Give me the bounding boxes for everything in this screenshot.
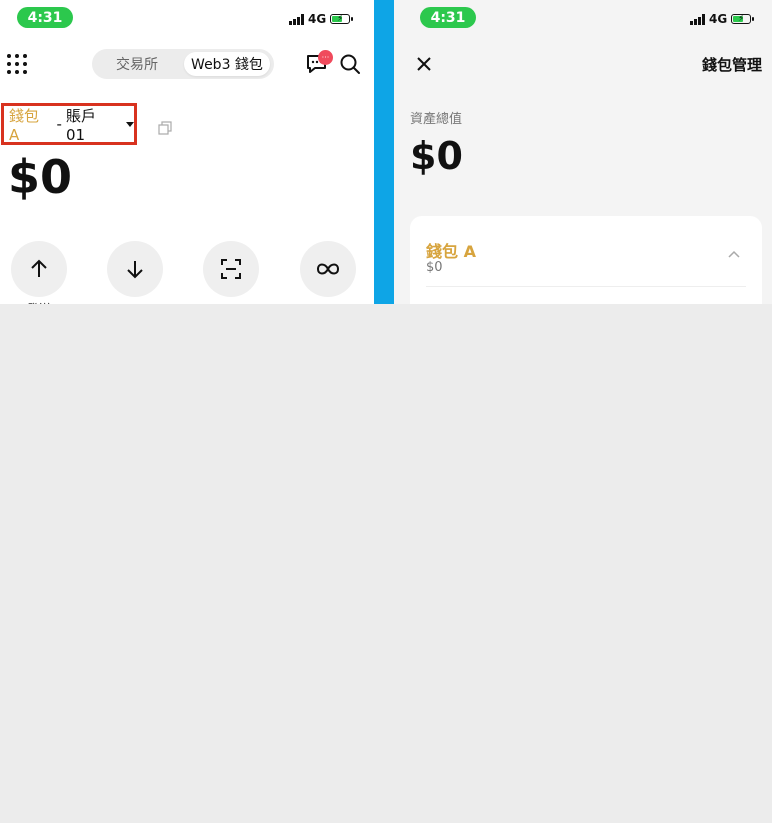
- send-label: 發送: [11, 300, 67, 304]
- wallet-screen: 4:31 4G ⚡ 交易所 Web3 錢包 ··· 錢包 A - 賬戶 01 $…: [0, 0, 374, 304]
- wallet-separator: -: [56, 115, 62, 133]
- wallet-management-screen: 4:31 4G ⚡ 錢包管理 資產總值 $0 錢包 A $0: [394, 0, 772, 304]
- arrow-down-icon: [127, 261, 143, 279]
- apps-grid-icon[interactable]: [7, 54, 27, 74]
- receive-button[interactable]: [107, 241, 163, 297]
- infinity-icon: [316, 263, 340, 275]
- status-indicators: 4G ⚡: [289, 12, 354, 26]
- card-divider: [426, 286, 746, 287]
- card-wallet-value: $0: [426, 260, 443, 275]
- network-label: 4G: [308, 12, 327, 26]
- tab-exchange[interactable]: 交易所: [98, 52, 176, 76]
- connect-button[interactable]: [300, 241, 356, 297]
- card-wallet-name: 錢包 A: [426, 242, 476, 261]
- tab-web3-wallet[interactable]: Web3 錢包: [184, 52, 270, 76]
- wallet-account-selector[interactable]: 錢包 A - 賬戶 01: [1, 103, 137, 145]
- total-assets-label: 資產總值: [410, 112, 463, 127]
- signal-icon: [690, 13, 705, 25]
- wallet-name: 錢包 A: [9, 106, 40, 144]
- mode-switch: 交易所 Web3 錢包: [92, 49, 274, 79]
- search-icon[interactable]: [339, 53, 361, 75]
- panel-divider: [374, 0, 394, 304]
- page-title: 錢包管理: [701, 56, 762, 74]
- network-label: 4G: [709, 12, 728, 26]
- battery-icon: ⚡: [731, 14, 755, 24]
- battery-icon: ⚡: [330, 14, 354, 24]
- status-time: 4:31: [17, 7, 73, 28]
- status-indicators: 4G ⚡: [690, 12, 755, 26]
- scan-button[interactable]: [203, 241, 259, 297]
- chevron-up-icon[interactable]: [728, 250, 740, 258]
- wallet-card[interactable]: 錢包 A $0: [410, 216, 762, 304]
- close-icon[interactable]: [416, 56, 432, 72]
- notification-badge: ···: [318, 50, 333, 65]
- copy-icon[interactable]: [158, 121, 172, 135]
- arrow-up-icon: [31, 259, 47, 277]
- account-name: 賬戶 01: [65, 106, 96, 144]
- signal-icon: [289, 13, 304, 25]
- status-time: 4:31: [420, 7, 476, 28]
- caret-down-icon: [126, 121, 134, 127]
- scan-icon: [221, 259, 241, 279]
- total-assets-value: $0: [410, 134, 463, 178]
- wallet-balance: $0: [8, 150, 73, 204]
- send-button[interactable]: [11, 241, 67, 297]
